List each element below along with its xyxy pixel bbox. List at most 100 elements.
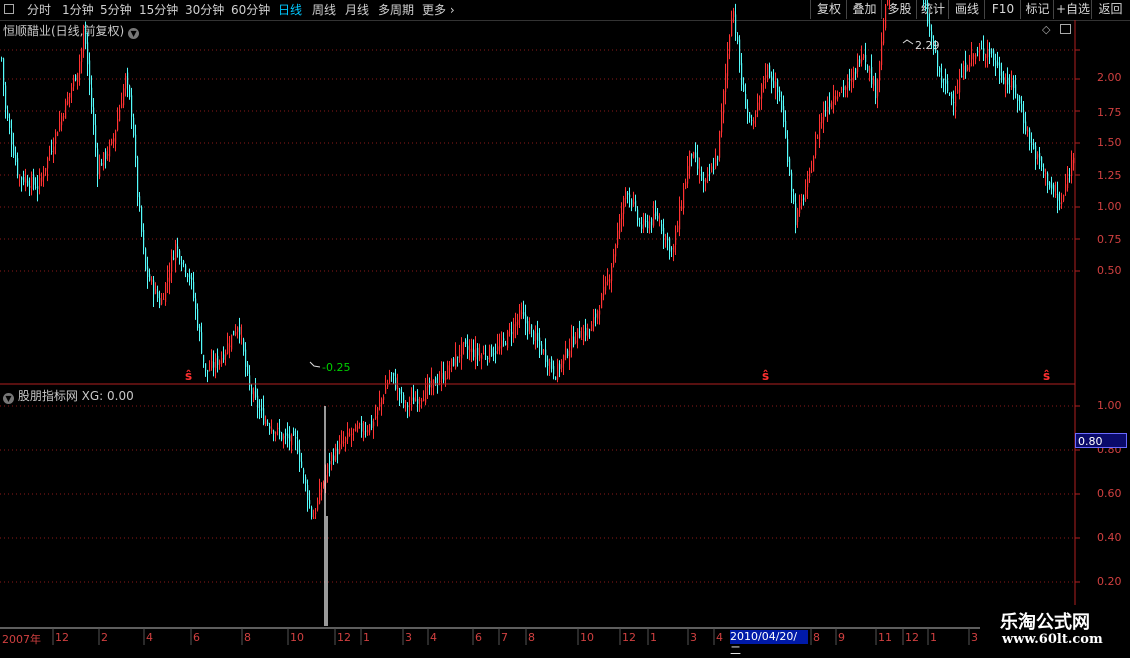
candle-body	[813, 156, 815, 172]
candle-body	[715, 158, 717, 168]
candle-body	[887, 0, 889, 5]
candle-body	[227, 343, 229, 354]
y-tick-label: 1.25	[1097, 169, 1122, 182]
candle-body	[853, 71, 855, 82]
candle-body	[821, 117, 823, 124]
candle-body	[959, 79, 961, 93]
candle-body	[973, 55, 975, 57]
candle-body	[673, 245, 675, 253]
candle-body	[961, 75, 963, 78]
candle-body	[69, 92, 71, 98]
y-tick-label: 2.00	[1097, 71, 1122, 84]
candle-body	[875, 79, 877, 99]
candle-body	[181, 262, 183, 265]
x-tick-label: 1	[363, 631, 370, 644]
candle-body	[247, 363, 249, 374]
candle-body	[1027, 129, 1029, 132]
candle-body	[563, 355, 565, 364]
candle-body	[299, 449, 301, 462]
dropdown-icon[interactable]: ▼	[3, 393, 14, 404]
candle-body	[369, 424, 371, 433]
candle-body	[441, 373, 443, 379]
candle-body	[1043, 168, 1045, 172]
grid-lines	[0, 49, 1075, 583]
candle-body	[707, 174, 709, 177]
candle-body	[985, 53, 987, 59]
candle-body	[685, 181, 687, 189]
candle-body	[79, 61, 81, 75]
low-marker	[309, 361, 321, 368]
candle-body	[321, 489, 323, 493]
candle-body	[377, 407, 379, 416]
x-tick-label: 4	[716, 631, 723, 644]
candle-body	[345, 437, 347, 442]
candle-body	[817, 137, 819, 139]
candle-body	[459, 355, 461, 357]
x-tick-label: 3	[405, 631, 412, 644]
candle-body	[669, 238, 671, 252]
candle-body	[729, 36, 731, 52]
candle-body	[229, 345, 231, 348]
candlestick-series	[1, 0, 1075, 520]
candle-body	[1069, 174, 1071, 176]
candle-body	[613, 254, 615, 265]
candle-body	[967, 67, 969, 71]
x-tick-label: 6	[193, 631, 200, 644]
candle-body	[659, 221, 661, 223]
candle-body	[313, 517, 315, 519]
candle-body	[307, 485, 309, 501]
candle-body	[309, 500, 311, 505]
candle-body	[137, 157, 139, 198]
candle-body	[107, 154, 109, 156]
candle-body	[931, 31, 933, 39]
candle-body	[25, 178, 27, 183]
candle-body	[757, 102, 759, 112]
candle-body	[101, 162, 103, 166]
candle-body	[27, 180, 29, 186]
candle-body	[13, 145, 15, 156]
candle-body	[605, 281, 607, 291]
candle-body	[865, 54, 867, 63]
candle-body	[365, 430, 367, 432]
candle-body	[1039, 152, 1041, 161]
candle-body	[647, 221, 649, 229]
candle-body	[81, 49, 83, 63]
candle-body	[319, 489, 321, 504]
candle-body	[477, 347, 479, 356]
candle-body	[425, 386, 427, 403]
candle-body	[1035, 145, 1037, 159]
candle-body	[527, 321, 529, 332]
candle-body	[187, 274, 189, 277]
candle-body	[877, 79, 879, 97]
candle-body	[523, 312, 525, 316]
candle-body	[211, 361, 213, 368]
candle-body	[849, 79, 851, 81]
candle-body	[525, 314, 527, 324]
x-tick-label: 1	[930, 631, 937, 644]
candle-body	[969, 62, 971, 68]
candle-body	[793, 194, 795, 202]
candle-body	[579, 330, 581, 338]
candle-body	[327, 464, 329, 474]
high-marker	[902, 39, 914, 45]
candle-body	[583, 331, 585, 342]
candle-body	[53, 146, 55, 155]
candle-body	[179, 250, 181, 261]
candle-body	[85, 32, 87, 44]
x-tick-label: 2007年	[2, 633, 41, 646]
candle-body	[147, 266, 149, 278]
candle-body	[77, 73, 79, 82]
candle-body	[741, 63, 743, 85]
candle-body	[953, 102, 955, 104]
x-tick-label: 7	[501, 631, 508, 644]
candle-body	[577, 328, 579, 338]
candle-body	[379, 402, 381, 406]
candle-body	[163, 298, 165, 300]
candle-body	[737, 36, 739, 42]
candle-body	[275, 432, 277, 434]
candle-body	[1003, 77, 1005, 84]
y-tick-label: 1.50	[1097, 136, 1122, 149]
candle-body	[883, 30, 885, 44]
candle-body	[493, 353, 495, 355]
candle-body	[19, 176, 21, 178]
